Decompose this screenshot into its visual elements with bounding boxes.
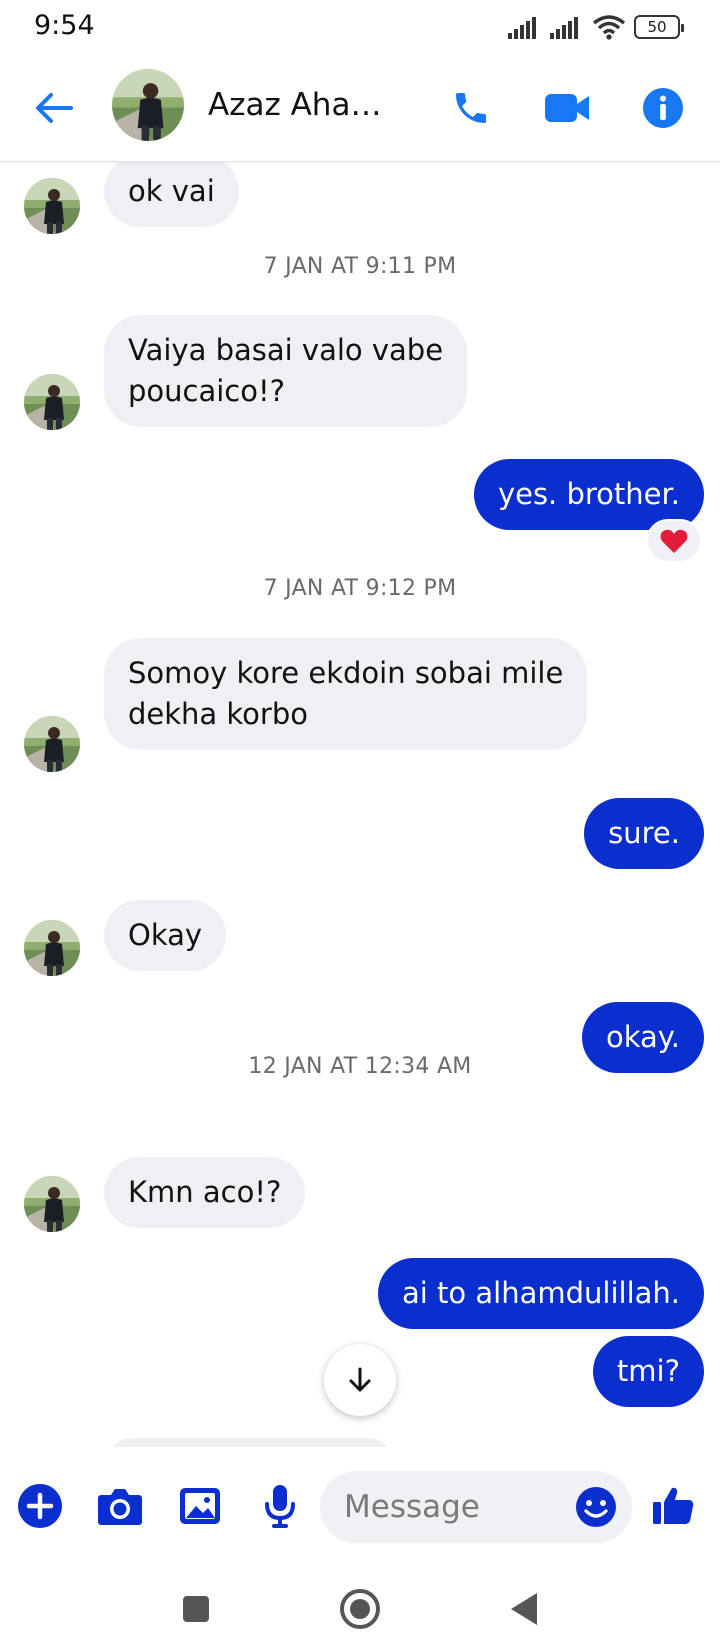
info-icon: [643, 88, 683, 128]
status-bar: 9:54 50: [0, 0, 720, 54]
call-button[interactable]: [444, 81, 498, 135]
composer-bar: Message: [0, 1447, 720, 1567]
wifi-icon: [592, 15, 626, 40]
timestamp: 12 JAN AT 12:34 AM: [248, 1054, 472, 1079]
image-icon: [180, 1488, 220, 1524]
sender-avatar: [24, 716, 80, 772]
phone-icon: [456, 93, 486, 123]
heart-icon: [660, 529, 688, 553]
chat-header: Azaz Aham...: [0, 54, 720, 162]
voice-message-button[interactable]: [253, 1479, 307, 1533]
message-received-partial: [110, 1438, 390, 1447]
message-input[interactable]: Message: [320, 1471, 632, 1543]
sender-avatar: [24, 374, 80, 430]
home-button[interactable]: [336, 1585, 384, 1633]
back-button[interactable]: [30, 84, 78, 132]
message-received[interactable]: Somoy kore ekdoin sobai mile dekha korbo: [104, 638, 588, 750]
message-received[interactable]: Kmn aco!?: [104, 1157, 306, 1228]
video-icon: [545, 94, 589, 122]
smiley-icon[interactable]: [574, 1485, 618, 1529]
message-sent[interactable]: sure.: [584, 798, 704, 869]
back-icon: [511, 1593, 537, 1625]
thumbs-up-icon: [653, 1487, 694, 1524]
scroll-to-bottom-button[interactable]: [324, 1344, 396, 1416]
timestamp: 7 JAN AT 9:11 PM: [263, 254, 457, 279]
message-received[interactable]: ok vai: [104, 162, 239, 227]
contact-avatar[interactable]: [112, 69, 184, 141]
video-call-button[interactable]: [540, 81, 594, 135]
recents-icon: [183, 1596, 209, 1622]
arrow-down-icon: [349, 1367, 371, 1392]
sender-avatar: [24, 920, 80, 976]
message-sent[interactable]: tmi?: [592, 1336, 704, 1407]
message-received[interactable]: Okay: [104, 900, 227, 971]
back-arrow-icon: [36, 93, 73, 123]
like-button[interactable]: [646, 1479, 700, 1533]
status-icons: 50: [508, 12, 684, 42]
camera-button[interactable]: [93, 1479, 147, 1533]
home-icon: [340, 1589, 380, 1629]
plus-icon: [18, 1484, 62, 1528]
microphone-icon: [265, 1485, 295, 1528]
gallery-button[interactable]: [173, 1479, 227, 1533]
signal-icon: [508, 17, 536, 39]
battery-indicator: 50: [634, 15, 684, 39]
reaction-badge[interactable]: [646, 519, 702, 563]
more-actions-button[interactable]: [13, 1479, 67, 1533]
signal-icon: [550, 17, 578, 39]
message-received[interactable]: Vaiya basai valo vabe poucaico!?: [104, 315, 468, 427]
system-back-button[interactable]: [500, 1585, 548, 1633]
system-navigation-bar: [0, 1567, 720, 1650]
message-list[interactable]: ok vai 7 JAN AT 9:11 PM Vaiya basai valo…: [0, 162, 720, 1447]
timestamp: 7 JAN AT 9:12 PM: [263, 576, 457, 601]
sender-avatar: [24, 178, 80, 234]
recents-button[interactable]: [172, 1585, 220, 1633]
status-time: 9:54: [34, 10, 95, 41]
contact-name[interactable]: Azaz Aham...: [208, 87, 408, 123]
message-placeholder: Message: [344, 1489, 480, 1525]
info-button[interactable]: [636, 81, 690, 135]
message-sent[interactable]: ai to alhamdulillah.: [378, 1258, 704, 1329]
camera-icon: [98, 1489, 142, 1525]
sender-avatar: [24, 1176, 80, 1232]
